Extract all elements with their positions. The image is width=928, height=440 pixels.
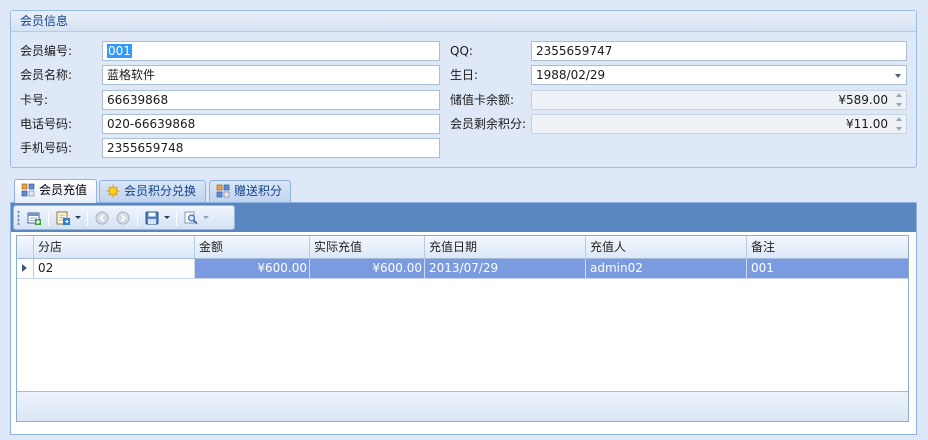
exchange-icon — [106, 184, 120, 198]
cell-actual-recharge[interactable]: ¥600.00 — [310, 259, 425, 278]
member-name-label: 会员名称: — [20, 68, 73, 82]
tab-gift-points[interactable]: 赠送积分 — [209, 180, 291, 202]
card-no-field[interactable]: 66639868 — [102, 90, 440, 110]
save-icon — [145, 211, 159, 224]
mobile-field[interactable]: 2355659748 — [102, 138, 440, 158]
search-icon — [184, 211, 198, 224]
toolbar-grip[interactable] — [17, 210, 20, 225]
column-header-actual-recharge[interactable]: 实际充值 — [310, 236, 425, 258]
next-icon — [116, 211, 130, 224]
next-button[interactable] — [114, 209, 132, 227]
cell-recharge-date[interactable]: 2013/07/29 — [425, 259, 586, 278]
grid-header: 分店 金额 实际充值 充值日期 充值人 备注 — [17, 236, 908, 259]
tab-member-recharge[interactable]: 会员充值 — [14, 179, 97, 203]
toolbar-separator — [176, 209, 177, 226]
spin-up-icon[interactable] — [896, 93, 902, 97]
balance-value: ¥589.00 — [838, 93, 888, 107]
add-icon — [27, 212, 41, 225]
member-no-label: 会员编号: — [20, 44, 73, 58]
toolbar-separator — [48, 209, 49, 226]
points-label: 会员剩余积分: — [450, 117, 527, 131]
row-indicator[interactable] — [17, 259, 34, 278]
export-button[interactable] — [54, 209, 72, 227]
tab-label: 赠送积分 — [234, 184, 283, 198]
balance-label: 储值卡余额: — [450, 93, 515, 107]
column-header-recharge-date[interactable]: 充值日期 — [425, 236, 586, 258]
spin-up-icon[interactable] — [896, 117, 902, 121]
phone-field[interactable]: 020-66639868 — [102, 114, 440, 134]
balance-spinner[interactable] — [894, 93, 904, 107]
cell-amount[interactable]: ¥600.00 — [195, 259, 310, 278]
grid-footer — [17, 391, 908, 421]
gift-points-icon — [216, 184, 230, 198]
add-button[interactable] — [25, 209, 43, 227]
cell-note[interactable]: 001 — [747, 259, 908, 278]
export-dropdown-caret[interactable] — [75, 216, 81, 219]
member-info-title: 会员信息 — [11, 11, 916, 32]
balance-field: ¥589.00 — [531, 90, 907, 110]
qq-label: QQ: — [450, 44, 473, 58]
member-name-field[interactable]: 蓝格软件 — [102, 65, 440, 85]
qq-field[interactable]: 2355659747 — [531, 41, 907, 61]
birthday-date-picker[interactable]: 1988/02/29 — [531, 65, 907, 85]
save-button[interactable] — [143, 209, 161, 227]
column-header-operator[interactable]: 充值人 — [586, 236, 747, 258]
recharge-icon — [21, 183, 35, 197]
toolbar-band — [11, 203, 916, 232]
spin-down-icon[interactable] — [896, 103, 902, 107]
member-no-field[interactable]: 001 — [102, 41, 440, 61]
points-field: ¥11.00 — [531, 114, 907, 134]
table-row[interactable]: 02 ¥600.00 ¥600.00 2013/07/29 admin02 00… — [17, 259, 908, 279]
previous-button[interactable] — [93, 209, 111, 227]
save-dropdown-caret[interactable] — [164, 216, 170, 219]
column-header-note[interactable]: 备注 — [747, 236, 908, 258]
search-dropdown-caret[interactable] — [203, 216, 209, 219]
tab-label: 会员充值 — [39, 183, 88, 197]
spin-down-icon[interactable] — [896, 127, 902, 131]
recharge-grid: 分店 金额 实际充值 充值日期 充值人 备注 02 ¥600.00 ¥600.0… — [16, 235, 909, 422]
recharge-tab-page: 分店 金额 实际充值 充值日期 充值人 备注 02 ¥600.00 ¥600.0… — [10, 202, 917, 435]
mobile-label: 手机号码: — [20, 141, 73, 155]
toolbar-separator — [87, 209, 88, 226]
current-row-arrow-icon — [22, 264, 27, 272]
tab-label: 会员积分兑换 — [124, 184, 197, 198]
column-header-amount[interactable]: 金额 — [195, 236, 310, 258]
chevron-down-icon[interactable] — [895, 74, 901, 78]
tab-points-exchange[interactable]: 会员积分兑换 — [99, 180, 206, 202]
export-icon — [56, 211, 70, 225]
previous-icon — [95, 211, 109, 224]
member-no-value: 001 — [107, 44, 132, 58]
card-no-label: 卡号: — [20, 93, 49, 107]
points-spinner[interactable] — [894, 117, 904, 131]
search-button[interactable] — [182, 209, 200, 227]
toolbar-separator — [137, 209, 138, 226]
phone-label: 电话号码: — [20, 117, 73, 131]
column-header-branch[interactable]: 分店 — [34, 236, 195, 258]
cell-operator[interactable]: admin02 — [586, 259, 747, 278]
birthday-label: 生日: — [450, 68, 479, 82]
header-indicator-cell — [17, 236, 34, 258]
cell-branch[interactable]: 02 — [34, 259, 195, 278]
points-value: ¥11.00 — [846, 117, 888, 131]
grid-toolbar — [13, 205, 235, 230]
birthday-value: 1988/02/29 — [536, 68, 606, 82]
